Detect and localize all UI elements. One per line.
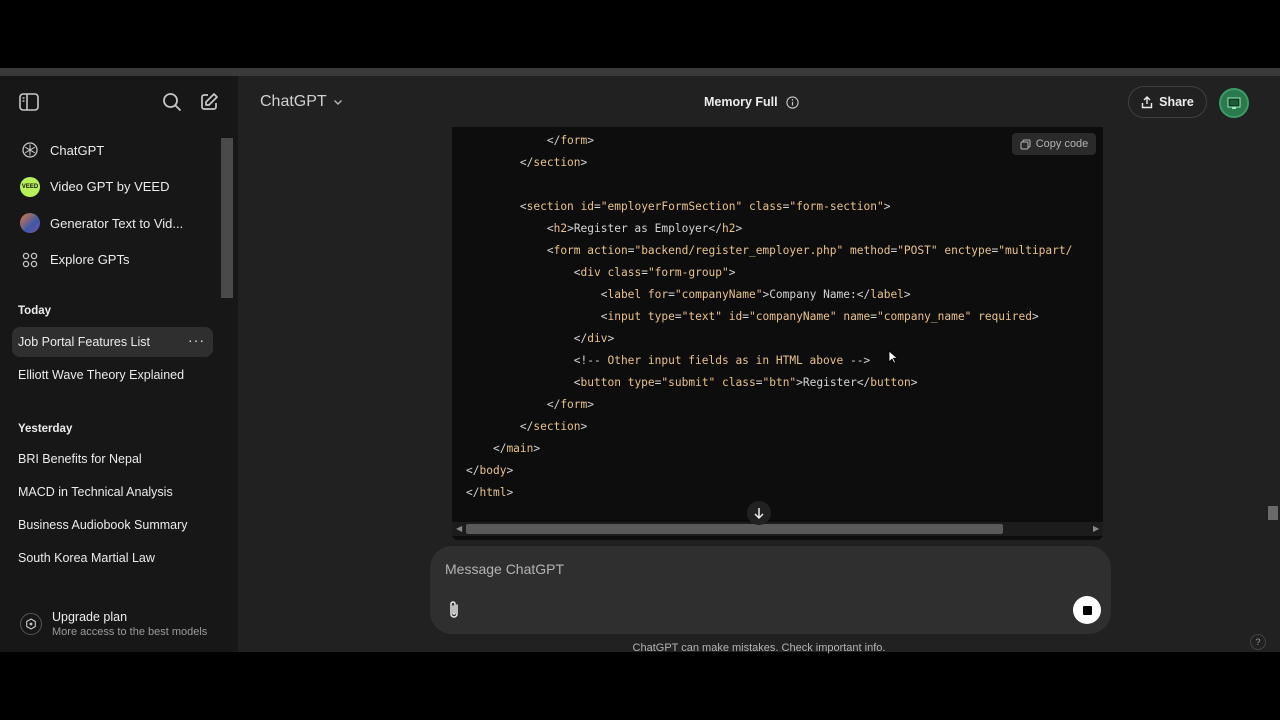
chat-header: ChatGPT Memory Full Share [238, 76, 1280, 128]
upgrade-subtitle: More access to the best models [52, 626, 208, 638]
mouse-cursor-icon [888, 350, 898, 364]
upgrade-icon [20, 613, 42, 635]
sidebar-nav: ChatGPT VEED Video GPT by VEED Generator… [12, 132, 217, 278]
history-item-elliott[interactable]: Elliott Wave Theory Explained [12, 360, 213, 390]
scroll-right-icon[interactable]: ▶ [1093, 524, 1099, 533]
share-button[interactable]: Share [1128, 86, 1207, 118]
veed-logo-icon: VEED [20, 176, 40, 197]
arrow-down-icon [754, 507, 764, 519]
history-item-martial-law[interactable]: South Korea Martial Law [12, 543, 213, 573]
search-icon[interactable] [158, 88, 186, 116]
history-item-label: Job Portal Features List [18, 335, 151, 349]
sidebar-item-label: Video GPT by VEED [50, 179, 170, 195]
sidebar-top-bar [0, 76, 238, 128]
page-scrollbar[interactable] [1268, 506, 1278, 520]
new-chat-icon[interactable] [195, 88, 223, 116]
generator-avatar-icon [20, 213, 40, 234]
sidebar-item-label: Explore GPTs [50, 252, 130, 268]
upgrade-plan-button[interactable]: Upgrade plan More access to the best mod… [12, 604, 222, 644]
upgrade-title: Upgrade plan [52, 610, 128, 624]
more-options-icon[interactable]: ··· [188, 332, 205, 348]
user-avatar[interactable] [1219, 88, 1249, 118]
chatgpt-app: ChatGPT VEED Video GPT by VEED Generator… [0, 68, 1280, 654]
history-item-bri[interactable]: BRI Benefits for Nepal [12, 444, 213, 474]
message-input[interactable] [445, 558, 1045, 580]
sidebar-item-label: Generator Text to Vid... [50, 215, 184, 231]
share-icon [1141, 95, 1153, 108]
history-item-job-portal[interactable]: Job Portal Features List ··· [12, 327, 213, 357]
attach-button[interactable] [443, 598, 465, 622]
info-icon [785, 95, 799, 109]
history-item-label: South Korea Martial Law [18, 551, 155, 565]
sidebar-item-video-gpt[interactable]: VEED Video GPT by VEED [12, 169, 217, 206]
chevron-down-icon [333, 100, 342, 105]
grid-icon [20, 250, 40, 270]
history-item-label: BRI Benefits for Nepal [18, 452, 142, 466]
history-item-label: MACD in Technical Analysis [18, 485, 173, 499]
scrollbar-thumb[interactable] [466, 524, 1003, 534]
code-block: Copy code </form> </section> <section id… [452, 127, 1103, 540]
history-item-label: Business Audiobook Summary [18, 518, 188, 532]
sidebar-item-explore[interactable]: Explore GPTs [12, 242, 217, 279]
model-name: ChatGPT [260, 93, 327, 110]
share-label: Share [1159, 95, 1194, 109]
code-horizontal-scrollbar[interactable]: ◀ ▶ [452, 522, 1103, 536]
message-composer [430, 546, 1111, 634]
history-item-audiobook[interactable]: Business Audiobook Summary [12, 510, 213, 540]
code-content: </form> </section> <section id="employer… [466, 134, 1073, 499]
paperclip-icon [450, 601, 458, 618]
section-heading-yesterday: Yesterday [18, 423, 73, 435]
sidebar-item-chatgpt[interactable]: ChatGPT [12, 132, 217, 169]
sidebar-scrollbar[interactable] [221, 138, 233, 298]
history-item-label: Elliott Wave Theory Explained [18, 368, 185, 382]
sidebar-item-label: ChatGPT [50, 142, 105, 158]
disclaimer-text: ChatGPT can make mistakes. Check importa… [632, 642, 886, 654]
scroll-left-icon[interactable]: ◀ [456, 524, 462, 533]
stop-icon [1082, 605, 1092, 615]
model-selector[interactable]: ChatGPT [260, 93, 343, 111]
openai-logo-icon [20, 140, 40, 160]
stop-generating-button[interactable] [1073, 596, 1101, 624]
section-heading-today: Today [18, 305, 52, 317]
memory-status[interactable]: Memory Full [704, 95, 799, 109]
history-item-macd[interactable]: MACD in Technical Analysis [12, 477, 213, 507]
help-button[interactable]: ? [1250, 634, 1266, 650]
sidebar-toggle-icon[interactable] [15, 88, 43, 116]
sidebar-item-generator[interactable]: Generator Text to Vid... [12, 205, 217, 242]
memory-label: Memory Full [704, 95, 778, 109]
sidebar: ChatGPT VEED Video GPT by VEED Generator… [0, 76, 238, 652]
avatar-image-icon [1227, 97, 1241, 109]
scroll-to-bottom-button[interactable] [747, 501, 771, 525]
